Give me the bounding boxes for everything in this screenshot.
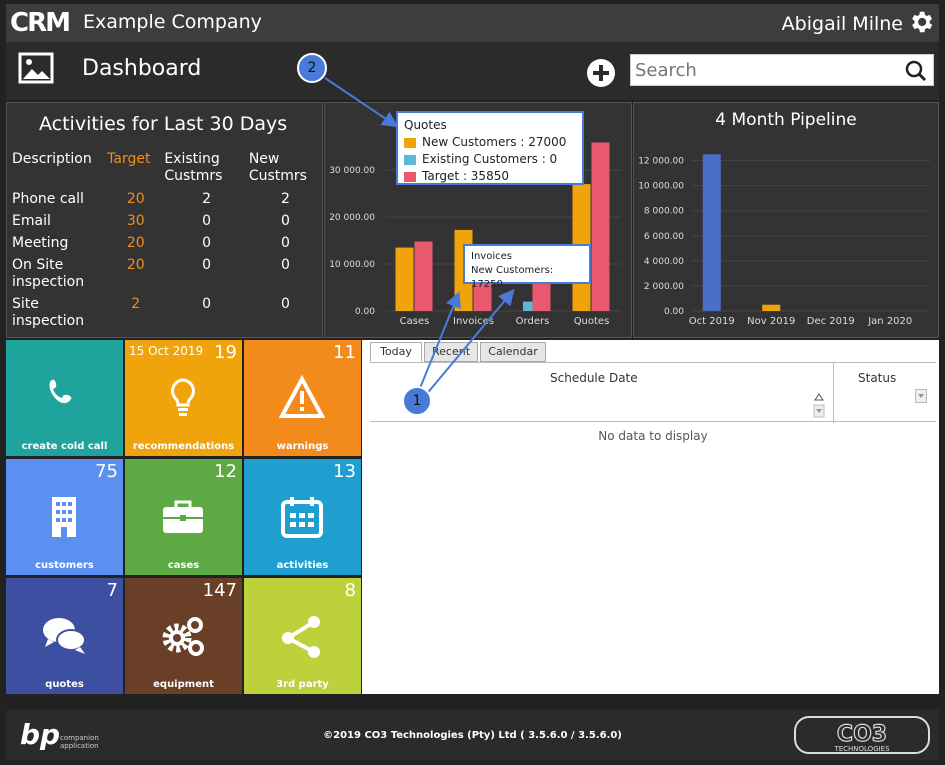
callout-badge-1: 1 bbox=[402, 386, 432, 416]
callout-arrows bbox=[324, 77, 515, 397]
app-frame: CRM Example Company Abigail Milne Dashbo… bbox=[0, 0, 945, 765]
callout-badge-2: 2 bbox=[297, 53, 327, 83]
